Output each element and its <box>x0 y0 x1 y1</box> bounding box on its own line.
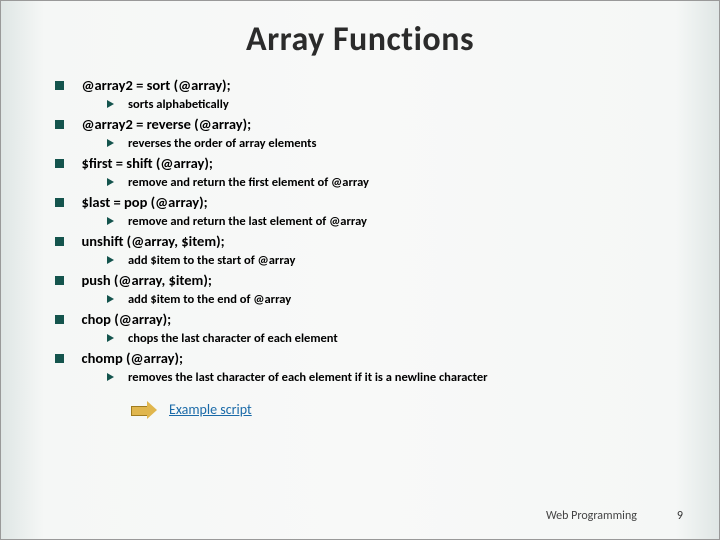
list-item: chop (@array); chops the last character … <box>55 310 695 347</box>
item-code: @array2 = reverse (@array); <box>82 115 252 135</box>
triangle-bullet-icon <box>107 217 114 225</box>
square-bullet-icon <box>55 237 64 246</box>
bullet-level-1: unshift (@array, $item); <box>55 232 695 252</box>
triangle-bullet-icon <box>107 373 114 381</box>
item-code: $last = pop (@array); <box>82 193 208 213</box>
list-item: push (@array, $item); add $item to the e… <box>55 271 695 308</box>
square-bullet-icon <box>55 276 64 285</box>
item-desc: remove and return the first element of @… <box>128 174 369 192</box>
bullet-level-2: removes the last character of each eleme… <box>107 369 695 387</box>
bullet-level-2: add $item to the end of @array <box>107 291 695 309</box>
bullet-level-1: @array2 = sort (@array); <box>55 76 695 96</box>
triangle-bullet-icon <box>107 295 114 303</box>
item-desc: add $item to the end of @array <box>128 291 291 309</box>
item-code: push (@array, $item); <box>82 271 212 291</box>
page-number: 9 <box>677 509 683 523</box>
arrow-right-icon <box>131 401 157 419</box>
page-title: Array Functions <box>1 19 719 60</box>
bullet-level-1: @array2 = reverse (@array); <box>55 115 695 135</box>
bullet-level-1: $first = shift (@array); <box>55 154 695 174</box>
square-bullet-icon <box>55 159 64 168</box>
item-desc: chops the last character of each element <box>128 330 338 348</box>
list-item: $last = pop (@array); remove and return … <box>55 193 695 230</box>
example-script-link[interactable]: Example script <box>169 401 252 418</box>
list-item: unshift (@array, $item); add $item to th… <box>55 232 695 269</box>
item-code: chomp (@array); <box>82 349 183 369</box>
triangle-bullet-icon <box>107 178 114 186</box>
item-code: unshift (@array, $item); <box>82 232 225 252</box>
item-desc: add $item to the start of @array <box>128 252 295 270</box>
bullet-level-2: remove and return the last element of @a… <box>107 213 695 231</box>
content-area: @array2 = sort (@array); sorts alphabeti… <box>55 76 695 419</box>
square-bullet-icon <box>55 198 64 207</box>
triangle-bullet-icon <box>107 334 114 342</box>
square-bullet-icon <box>55 81 64 90</box>
triangle-bullet-icon <box>107 256 114 264</box>
bullet-level-2: remove and return the first element of @… <box>107 174 695 192</box>
item-desc: remove and return the last element of @a… <box>128 213 367 231</box>
bullet-level-1: $last = pop (@array); <box>55 193 695 213</box>
item-desc: sorts alphabetically <box>128 96 229 114</box>
square-bullet-icon <box>55 315 64 324</box>
square-bullet-icon <box>55 120 64 129</box>
example-link-row: Example script <box>131 401 695 419</box>
triangle-bullet-icon <box>107 100 114 108</box>
item-code: chop (@array); <box>82 310 172 330</box>
item-desc: reverses the order of array elements <box>128 135 316 153</box>
list-item: @array2 = reverse (@array); reverses the… <box>55 115 695 152</box>
bullet-level-1: push (@array, $item); <box>55 271 695 291</box>
slide: Array Functions @array2 = sort (@array);… <box>0 0 720 540</box>
bullet-level-2: sorts alphabetically <box>107 96 695 114</box>
item-code: @array2 = sort (@array); <box>82 76 231 96</box>
bullet-level-2: chops the last character of each element <box>107 330 695 348</box>
list-item: @array2 = sort (@array); sorts alphabeti… <box>55 76 695 113</box>
item-code: $first = shift (@array); <box>82 154 213 174</box>
list-item: chomp (@array); removes the last charact… <box>55 349 695 386</box>
footer-text: Web Programming <box>546 509 637 523</box>
bullet-level-1: chomp (@array); <box>55 349 695 369</box>
item-desc: removes the last character of each eleme… <box>128 369 488 387</box>
list-item: $first = shift (@array); remove and retu… <box>55 154 695 191</box>
footer: Web Programming 9 <box>546 509 683 523</box>
bullet-level-2: reverses the order of array elements <box>107 135 695 153</box>
square-bullet-icon <box>55 354 64 363</box>
bullet-level-2: add $item to the start of @array <box>107 252 695 270</box>
bullet-level-1: chop (@array); <box>55 310 695 330</box>
triangle-bullet-icon <box>107 139 114 147</box>
